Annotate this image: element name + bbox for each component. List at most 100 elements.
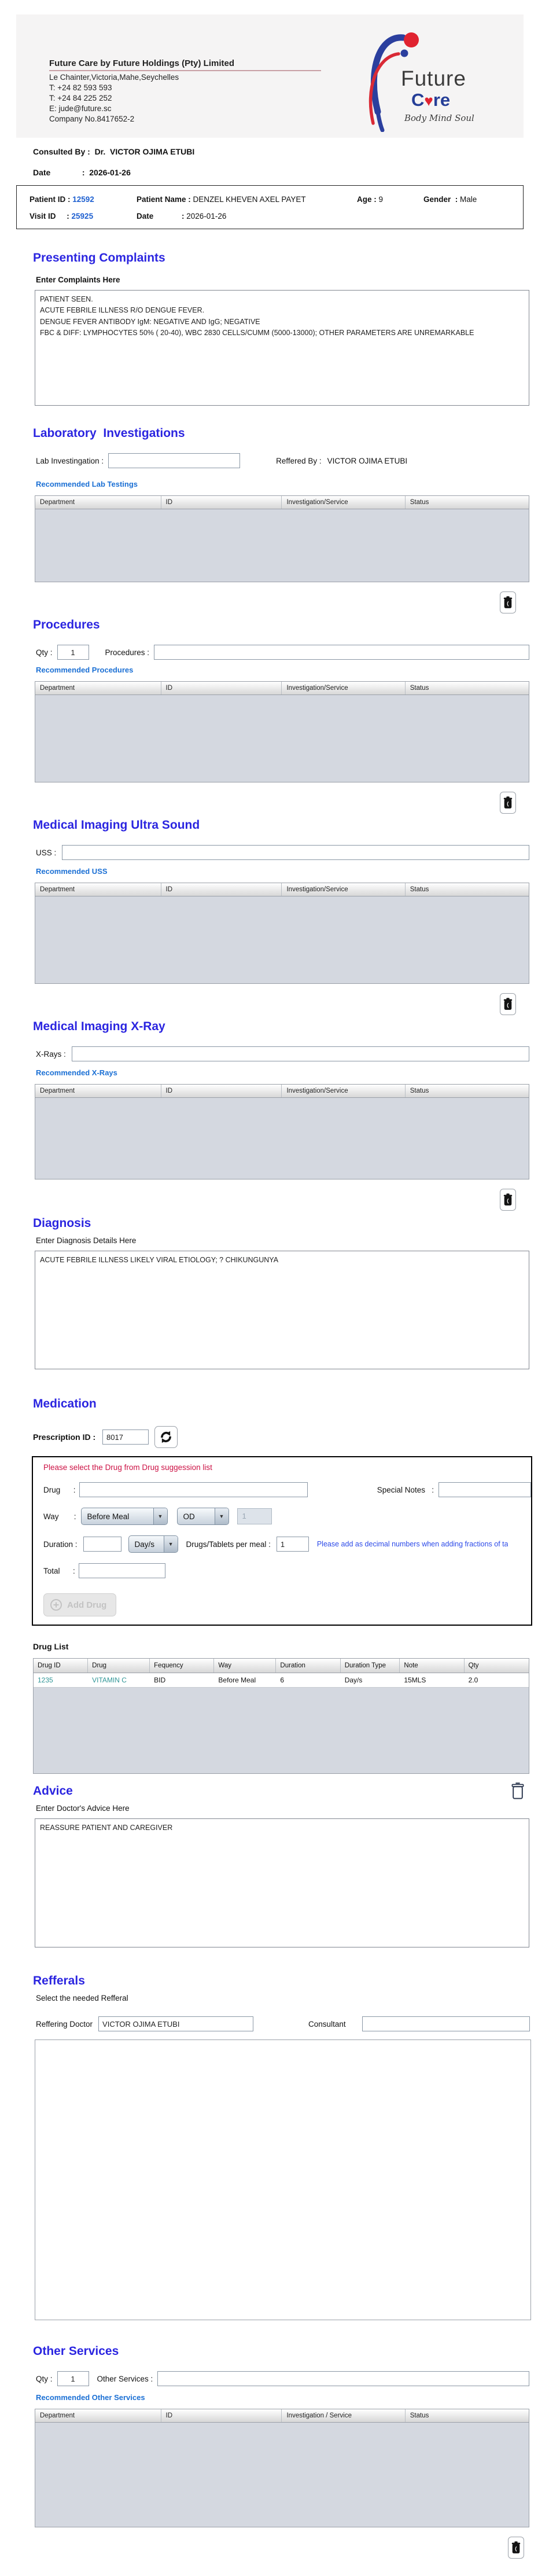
col-id: ID: [161, 682, 282, 694]
drug-table-body[interactable]: [34, 1688, 529, 1773]
other-services-table: Department ID Investigation / Service St…: [35, 2409, 529, 2527]
section-title-diagnosis: Diagnosis: [33, 1217, 91, 1230]
patient-row-1: Patient ID : 12592 Patient Name : DENZEL…: [30, 195, 477, 204]
complaints-textarea[interactable]: PATIENT SEEN. ACUTE FEBRILE ILLNESS R/O …: [35, 290, 529, 406]
drug-row: Drug : Special Notes :: [43, 1482, 531, 1497]
xray-delete-button[interactable]: [500, 1189, 516, 1211]
other-services-delete-button[interactable]: [508, 2537, 524, 2559]
section-title-referrals: Refferals: [33, 1974, 85, 1987]
company-phone-1: T: +24 82 593 593: [49, 83, 112, 92]
patient-info-box: Patient ID : 12592 Patient Name : DENZEL…: [16, 185, 524, 229]
xray-table-body[interactable]: [35, 1098, 529, 1179]
section-title-advice: Advice: [33, 1784, 73, 1798]
recommended-lab-testings-link[interactable]: Recommended Lab Testings: [36, 480, 138, 488]
duration-type-select[interactable]: Day/s ▼: [128, 1535, 178, 1553]
procedures-qty-input[interactable]: [57, 645, 89, 660]
cell-duration-type: Day/s: [344, 1676, 363, 1684]
add-drug-button[interactable]: Add Drug: [43, 1593, 117, 1616]
drug-table-row[interactable]: 1235 VITAMIN C BID Before Meal 6 Day/s 1…: [34, 1673, 529, 1688]
total-row: Total :: [43, 1563, 531, 1578]
col-status: Status: [410, 886, 429, 893]
drug-delete-button[interactable]: [509, 1780, 526, 1803]
recommended-procedures-link[interactable]: Recommended Procedures: [36, 666, 133, 674]
drug-table-header: Drug ID Drug Fequency Way Duration Durat…: [34, 1659, 529, 1673]
lab-table: Department ID Investigation/Service Stat…: [35, 495, 529, 582]
col-department: Department: [35, 496, 161, 509]
xray-table-header: Department ID Investigation/Service Stat…: [35, 1085, 529, 1098]
section-title-laboratory: Laboratory Investigations: [33, 427, 185, 440]
procedures-table: Department ID Investigation/Service Stat…: [35, 681, 529, 782]
col-id: ID: [161, 883, 282, 896]
other-services-table-header: Department ID Investigation / Service St…: [35, 2409, 529, 2423]
company-phone-2: T: +24 84 225 252: [49, 94, 112, 102]
xray-input[interactable]: [71, 1046, 529, 1061]
procedures-input[interactable]: [154, 645, 529, 660]
referring-doctor-input[interactable]: [98, 2016, 254, 2031]
lab-input-row: Lab Investingation : Reffered By : VICTO…: [36, 453, 538, 468]
complaints-sublabel: Enter Complaints Here: [36, 275, 120, 284]
procedures-table-header: Department ID Investigation/Service Stat…: [35, 682, 529, 695]
company-address: Le Chainter,Victoria,Mahe,Seychelles: [49, 73, 179, 82]
other-services-qty-input[interactable]: [57, 2371, 89, 2386]
patient-age-value: 9: [378, 195, 384, 204]
recommended-xrays-link[interactable]: Recommended X-Rays: [36, 1068, 117, 1077]
lab-delete-button[interactable]: [500, 591, 516, 613]
trash-icon: [503, 796, 513, 809]
chevron-down-icon: ▼: [163, 1536, 178, 1552]
referral-listbox[interactable]: [35, 2040, 531, 2320]
col-investigation-service: Investigation/Service: [282, 1085, 406, 1097]
way-select[interactable]: Before Meal ▼: [80, 1508, 168, 1525]
other-services-input[interactable]: [157, 2371, 529, 2386]
uss-input-label: USS :: [36, 848, 57, 857]
referred-by-label: Reffered By :: [276, 456, 322, 465]
frequency-select[interactable]: OD ▼: [176, 1508, 229, 1525]
company-header: Future Care by Future Holdings (Pty) Lim…: [16, 14, 524, 138]
col-note: Note: [400, 1659, 465, 1673]
procedures-table-body[interactable]: [35, 695, 529, 782]
advice-textarea[interactable]: REASSURE PATIENT AND CAREGIVER: [35, 1818, 529, 1947]
col-status: Status: [410, 499, 429, 506]
referring-doctor-label: Reffering Doctor: [36, 2019, 93, 2029]
per-meal-input[interactable]: [276, 1537, 309, 1552]
col-department: Department: [35, 682, 161, 694]
uss-delete-button[interactable]: [500, 993, 516, 1015]
diagnosis-sublabel: Enter Diagnosis Details Here: [36, 1236, 137, 1245]
decimal-hint-text: Please add as decimal numbers when addin…: [316, 1540, 508, 1548]
trash-icon: [503, 596, 513, 608]
special-notes-input[interactable]: [438, 1482, 531, 1497]
uss-table: Department ID Investigation/Service Stat…: [35, 883, 529, 984]
medication-entry-box: Please select the Drug from Drug suggess…: [32, 1456, 532, 1626]
consultant-input[interactable]: [362, 2016, 530, 2031]
cell-drug-id: 1235: [38, 1676, 53, 1684]
trash-icon: [511, 2541, 521, 2553]
col-id: ID: [161, 1085, 282, 1097]
uss-table-body[interactable]: [35, 896, 529, 983]
col-status: Status: [410, 2412, 429, 2419]
cell-drug: VITAMIN C: [92, 1676, 127, 1684]
logo-word-care: C♥re: [411, 90, 451, 110]
total-input[interactable]: [78, 1563, 165, 1578]
col-frequency: Fequency: [150, 1659, 215, 1673]
diagnosis-textarea[interactable]: ACUTE FEBRILE ILLNESS LIKELY VIRAL ETIOL…: [35, 1251, 529, 1369]
way-row: Way : Before Meal ▼ OD ▼ 1: [43, 1508, 531, 1525]
logo-tagline: Body Mind Soul: [404, 113, 474, 123]
drug-list-table: Drug ID Drug Fequency Way Duration Durat…: [33, 1658, 529, 1774]
other-services-table-body[interactable]: [35, 2423, 529, 2527]
lab-table-body[interactable]: [35, 509, 529, 582]
drug-input[interactable]: [79, 1482, 308, 1497]
cell-duration: 6: [280, 1676, 285, 1684]
xray-input-row: X-Rays :: [36, 1046, 538, 1061]
cell-note: 15MLS: [404, 1676, 426, 1684]
heart-icon: ♥: [424, 92, 433, 109]
procedures-delete-button[interactable]: [500, 792, 516, 814]
consultation-page: Future Care by Future Holdings (Pty) Lim…: [0, 14, 538, 2576]
recommended-uss-link[interactable]: Recommended USS: [36, 867, 108, 876]
refresh-prescription-button[interactable]: [154, 1426, 178, 1448]
patient-gender-value: Male: [460, 195, 477, 204]
uss-input[interactable]: [62, 845, 529, 860]
prescription-id-input[interactable]: [102, 1430, 149, 1445]
lab-input-label: Lab Investingation :: [36, 456, 104, 465]
lab-investigation-input[interactable]: [108, 453, 241, 468]
duration-input[interactable]: [83, 1537, 121, 1552]
recommended-other-services-link[interactable]: Recommended Other Services: [36, 2393, 145, 2402]
